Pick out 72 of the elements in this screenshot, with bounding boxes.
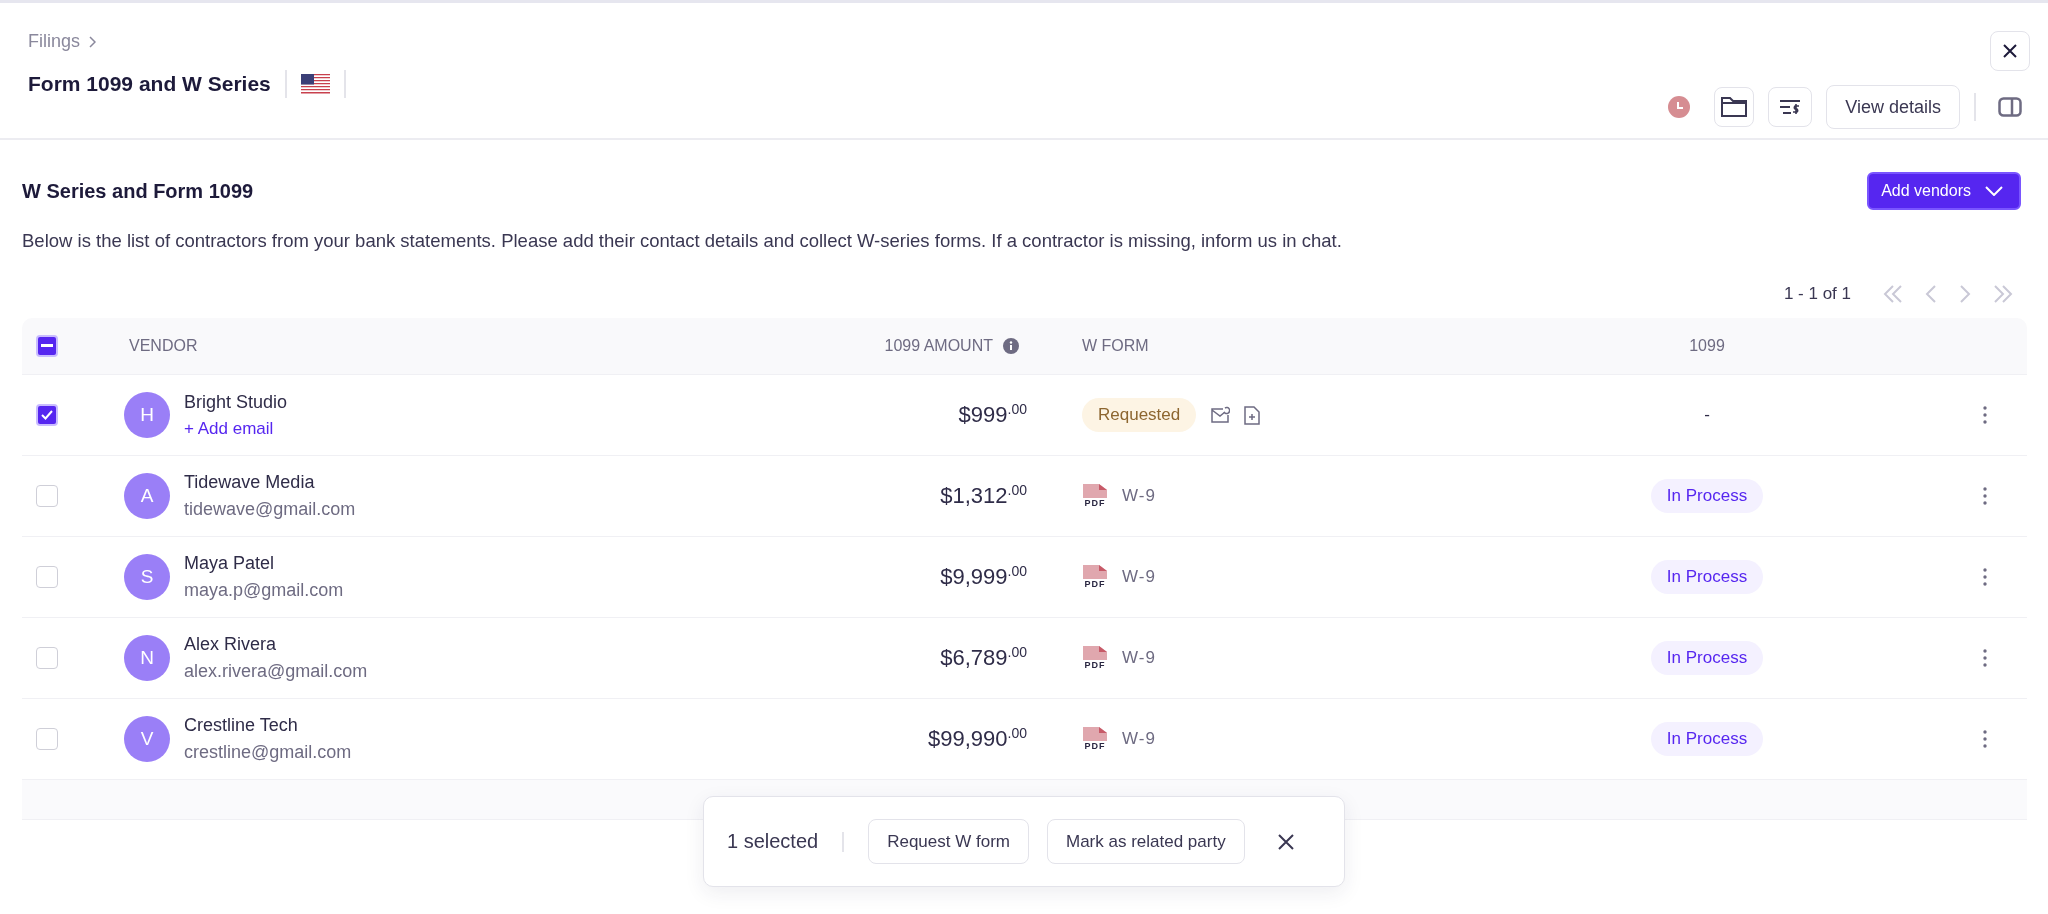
kebab-icon: [1983, 487, 1987, 505]
section-description: Below is the list of contractors from your bank statements. Please add their contact details and collect W-series forms. If a contractor is missing, inform us in chat.: [22, 230, 1343, 252]
amount: $9,999$^{.00}$: [940, 563, 1027, 591]
file-name[interactable]: W-9: [1122, 648, 1156, 668]
file-plus-icon[interactable]: [1244, 405, 1261, 425]
check-icon: [41, 410, 53, 420]
amount: $99,990$^{.00}$: [928, 725, 1027, 753]
chevron-right-icon: [88, 35, 96, 48]
file-name[interactable]: W-9: [1122, 567, 1156, 587]
side-panel-icon[interactable]: [1998, 97, 2022, 117]
close-icon[interactable]: [1276, 832, 1295, 851]
amount: $1,312$^{.00}$: [940, 482, 1027, 510]
breadcrumb-link[interactable]: Filings: [28, 31, 80, 52]
avatar: N: [124, 635, 170, 681]
row-checkbox[interactable]: [36, 647, 58, 669]
avatar: S: [124, 554, 170, 600]
mail-refresh-icon[interactable]: [1210, 406, 1231, 424]
action-button[interactable]: Mark as related party: [1047, 819, 1245, 864]
billing-list-button[interactable]: [1768, 87, 1813, 127]
column-header: W FORM: [1082, 337, 1149, 355]
vendor-name: Alex Rivera: [184, 634, 278, 655]
close-icon: [2002, 43, 2018, 59]
info-icon[interactable]: [1003, 338, 1019, 354]
file-name[interactable]: W-9: [1122, 729, 1156, 749]
vendor-email: maya.p@gmail.com: [184, 580, 344, 601]
row-checkbox[interactable]: [36, 728, 58, 750]
close-button[interactable]: [1990, 31, 2030, 71]
kebab-icon: [1983, 649, 1987, 667]
avatar: H: [124, 392, 170, 438]
empty-value: -: [1704, 405, 1710, 425]
file-name[interactable]: W-9: [1122, 486, 1156, 506]
add-vendors-button[interactable]: Add vendors: [1867, 172, 2021, 210]
amount: $6,789$^{.00}$: [940, 644, 1027, 672]
folder-button[interactable]: [1714, 87, 1755, 127]
vendor-email: crestline@gmail.com: [184, 742, 352, 763]
status-pill: In Process: [1650, 560, 1764, 594]
vendor-email: tidewave@gmail.com: [184, 499, 356, 520]
minus-icon: [41, 344, 53, 348]
avatar: A: [124, 473, 170, 519]
kebab-icon: [1983, 730, 1987, 748]
list-dollar-icon: [1779, 99, 1802, 115]
kebab-icon: [1983, 406, 1987, 424]
kebab-icon: [1983, 568, 1987, 586]
column-header: VENDOR: [129, 337, 198, 355]
vendor-name: Maya Patel: [184, 553, 276, 574]
row-checkbox[interactable]: [36, 566, 58, 588]
row-checkbox[interactable]: [36, 404, 58, 426]
row-checkbox[interactable]: [36, 485, 58, 507]
select-all-checkbox[interactable]: [36, 335, 58, 357]
status-pill: In Process: [1650, 479, 1764, 513]
selected-count: 1 selected: [727, 830, 819, 853]
vendor-name: Crestline Tech: [184, 715, 299, 736]
action-button[interactable]: Request W form: [868, 819, 1029, 864]
vendor-name: Tidewave Media: [184, 472, 316, 493]
vendor-name: Bright Studio: [184, 391, 288, 413]
status-pill: In Process: [1650, 722, 1764, 756]
us-flag-icon: [300, 74, 330, 94]
folder-icon: [1720, 96, 1749, 118]
avatar: V: [124, 716, 170, 762]
section-title: W Series and Form 1099: [22, 179, 254, 203]
column-header: 1099: [1689, 337, 1725, 355]
chevron-down-icon: [1985, 186, 2003, 196]
pagination-label: 1 - 1 of 1: [1783, 284, 1851, 304]
page-title: Form 1099 and W Series: [28, 72, 271, 96]
column-header: 1099 AMOUNT: [884, 337, 993, 355]
status-pill: In Process: [1650, 641, 1764, 675]
vendor-email: alex.rivera@gmail.com: [184, 661, 368, 682]
amount: $999$^{.00}$: [958, 401, 1027, 429]
view-details-button[interactable]: View details: [1826, 85, 1960, 129]
clock-icon: [1668, 96, 1691, 118]
add-email-link[interactable]: + Add email: [184, 418, 288, 439]
status-pill: Requested: [1082, 398, 1197, 432]
